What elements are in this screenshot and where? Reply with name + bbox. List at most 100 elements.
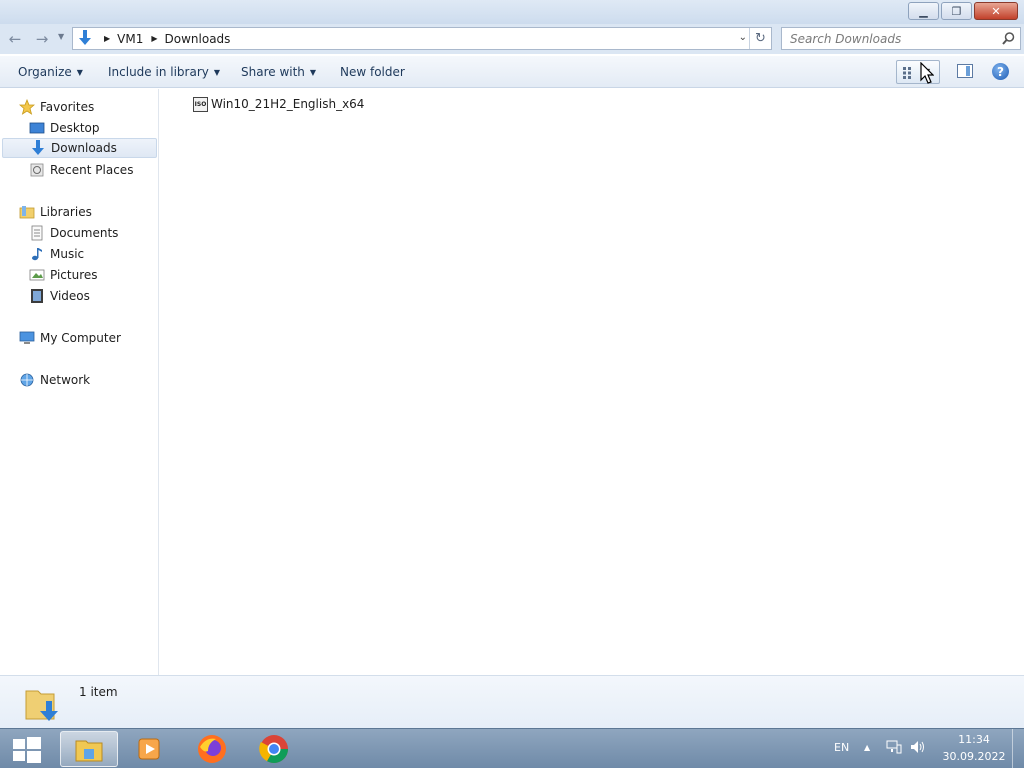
chevron-down-icon: ▼: [76, 67, 83, 77]
breadcrumb-separator-icon[interactable]: ▶: [151, 34, 157, 43]
back-arrow-icon: ←: [8, 30, 22, 48]
videos-icon: [29, 288, 45, 304]
computer-icon: [19, 330, 35, 346]
sidebar-label: Documents: [50, 226, 119, 240]
desktop-icon: [29, 120, 45, 136]
sidebar-item-pictures[interactable]: Pictures: [29, 265, 98, 285]
taskbar: EN ▲ 11:34 30.09.2022: [0, 728, 1024, 768]
back-button[interactable]: ←: [4, 29, 26, 49]
recent-pages-button[interactable]: ▼: [58, 32, 64, 41]
forward-arrow-icon: →: [35, 30, 49, 48]
restore-button[interactable]: ❐: [941, 2, 972, 20]
taskbar-firefox[interactable]: [183, 731, 241, 767]
share-with-label: Share with: [241, 65, 305, 79]
organize-button[interactable]: Organize ▼: [18, 65, 83, 79]
taskbar-media-player[interactable]: [121, 731, 179, 767]
breadcrumb-downloads[interactable]: Downloads: [165, 32, 231, 46]
sidebar-item-desktop[interactable]: Desktop: [29, 118, 100, 138]
documents-icon: [29, 225, 45, 241]
sidebar-item-recent-places[interactable]: Recent Places: [29, 160, 133, 180]
sidebar-label: Videos: [50, 289, 90, 303]
sidebar-label: Network: [40, 373, 91, 387]
sidebar-label: Favorites: [40, 100, 95, 114]
downloads-location-icon: [76, 28, 96, 49]
mouse-cursor-icon: [920, 62, 934, 84]
taskbar-chrome[interactable]: [245, 731, 303, 767]
taskbar-explorer[interactable]: [60, 731, 118, 767]
show-desktop-button[interactable]: [1012, 729, 1024, 768]
firefox-icon: [198, 735, 226, 763]
item-count: 1 item: [79, 685, 118, 699]
command-bar: Organize ▼ Include in library ▼ Share with…: [0, 56, 1024, 88]
preview-pane-icon[interactable]: [957, 64, 973, 78]
new-folder-button[interactable]: New folder: [340, 65, 405, 79]
sidebar-label: Libraries: [40, 205, 92, 219]
chrome-icon: [259, 735, 288, 763]
language-indicator[interactable]: EN: [834, 741, 849, 754]
close-icon: ✕: [991, 4, 1001, 18]
start-button[interactable]: [12, 736, 42, 764]
sidebar-label: Pictures: [50, 268, 98, 282]
details-pane: 1 item: [0, 675, 1024, 728]
sidebar-item-music[interactable]: Music: [29, 244, 84, 264]
address-history-chevron-icon[interactable]: ⌄: [739, 32, 747, 43]
pictures-icon: [29, 267, 45, 283]
show-hidden-icons-icon[interactable]: ▲: [864, 743, 870, 752]
clock-time[interactable]: 11:34: [944, 733, 1004, 746]
new-folder-label: New folder: [340, 65, 405, 79]
help-icon[interactable]: ?: [992, 63, 1009, 80]
breadcrumb-vm1[interactable]: VM1: [117, 32, 143, 46]
downloads-folder-icon: [25, 690, 58, 721]
recent-places-icon: [29, 162, 45, 178]
sidebar-item-downloads[interactable]: Downloads: [2, 138, 157, 158]
libraries-icon: [19, 204, 35, 220]
refresh-button[interactable]: ↻: [749, 28, 771, 49]
sidebar-item-favorites[interactable]: Favorites: [18, 97, 95, 117]
share-with-button[interactable]: Share with ▼: [241, 65, 316, 79]
chevron-down-icon: ▼: [213, 67, 221, 77]
file-list: ISO Win10_21H2_English_x64: [160, 89, 1024, 675]
breadcrumb-separator-icon[interactable]: ▶: [104, 34, 110, 43]
organize-label: Organize: [18, 65, 72, 79]
downloads-icon: [30, 140, 46, 156]
music-icon: [29, 246, 45, 262]
sidebar-label: Downloads: [51, 141, 117, 155]
sidebar-item-videos[interactable]: Videos: [29, 286, 90, 306]
search-box: [781, 27, 1021, 50]
clock-date[interactable]: 30.09.2022: [938, 750, 1010, 763]
forward-button[interactable]: →: [31, 29, 53, 49]
file-name: Win10_21H2_English_x64: [211, 97, 365, 111]
sidebar-item-documents[interactable]: Documents: [29, 223, 118, 243]
search-icon[interactable]: [1002, 32, 1015, 45]
navigation-pane: Favorites Desktop Downloads Recent Place…: [0, 89, 159, 675]
sidebar-label: My Computer: [40, 331, 121, 345]
sidebar-item-network[interactable]: Network: [19, 370, 90, 390]
chevron-down-icon: ▼: [309, 67, 317, 77]
file-item[interactable]: ISO Win10_21H2_English_x64: [193, 95, 364, 113]
recent-pages-chevron-icon: ▼: [58, 32, 65, 41]
media-player-icon: [138, 738, 160, 760]
windows-explorer-icon: [75, 740, 103, 762]
minimize-icon: ▁: [919, 4, 928, 18]
navigation-bar: ← → ▼ ▶ VM1 ▶ Downloads ⌄ ↻: [0, 24, 1024, 54]
close-button[interactable]: ✕: [974, 2, 1018, 20]
sidebar-label: Desktop: [50, 121, 100, 135]
network-tray-icon[interactable]: [886, 740, 902, 754]
iso-file-icon: ISO: [193, 96, 208, 112]
volume-icon[interactable]: [910, 740, 926, 754]
address-bar[interactable]: ▶ VM1 ▶ Downloads ⌄ ↻: [72, 27, 772, 50]
sidebar-label: Music: [50, 247, 85, 261]
title-bar: ▁ ❐ ✕: [0, 0, 1024, 24]
minimize-button[interactable]: ▁: [908, 2, 939, 20]
sidebar-label: Recent Places: [50, 163, 134, 177]
include-in-library-label: Include in library: [108, 65, 209, 79]
refresh-icon: ↻: [755, 31, 766, 46]
search-input[interactable]: [782, 28, 992, 49]
sidebar-item-my-computer[interactable]: My Computer: [19, 328, 121, 348]
network-icon: [19, 372, 35, 388]
system-tray: EN ▲ 11:34 30.09.2022: [826, 729, 1024, 768]
sidebar-item-libraries[interactable]: Libraries: [19, 202, 92, 222]
restore-icon: ❐: [951, 4, 962, 18]
include-in-library-button[interactable]: Include in library ▼: [108, 65, 220, 79]
window-controls: ▁ ❐ ✕: [906, 2, 1018, 20]
